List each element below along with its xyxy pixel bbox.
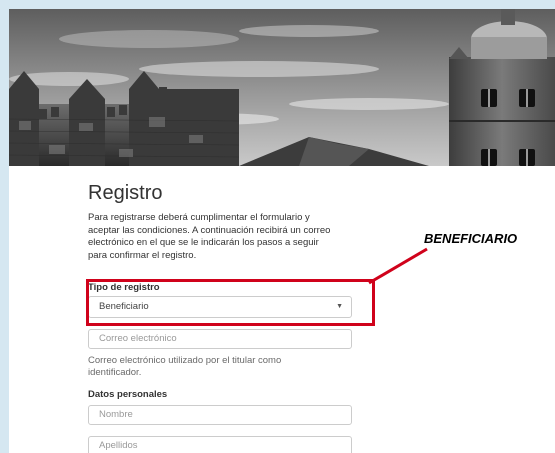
intro-line: Para registrarse deberá cumplimentar el … <box>88 212 310 223</box>
email-placeholder: Correo electrónico <box>99 333 177 344</box>
intro-text: Para registrarse deberá cumplimentar el … <box>88 212 363 262</box>
email-help-line: identificador. <box>88 367 142 378</box>
registration-form: Registro Para registrarse deberá cumplim… <box>9 166 555 453</box>
email-help-text: Correo electrónico utilizado por el titu… <box>88 355 328 379</box>
name-field[interactable]: Nombre <box>88 405 352 425</box>
page-frame: Registro Para registrarse deberá cumplim… <box>9 9 555 453</box>
surname-placeholder: Apellidos <box>99 440 138 451</box>
annotation-label: BENEFICIARIO <box>424 231 518 246</box>
name-placeholder: Nombre <box>99 409 133 420</box>
castle-banner-image <box>9 9 555 166</box>
email-field[interactable]: Correo electrónico <box>88 329 352 349</box>
intro-line: electrónico en el que se le indicarán lo… <box>88 237 319 248</box>
intro-line: para confirmar el registro. <box>88 249 197 261</box>
annotation-highlight-box <box>86 279 375 326</box>
personal-data-label: Datos personales <box>88 389 168 400</box>
email-help-line: Correo electrónico utilizado por el titu… <box>88 355 282 366</box>
surname-field[interactable]: Apellidos <box>88 436 352 453</box>
intro-line: aceptar las condiciones. A continuación … <box>88 224 331 236</box>
page-title: Registro <box>88 182 163 204</box>
